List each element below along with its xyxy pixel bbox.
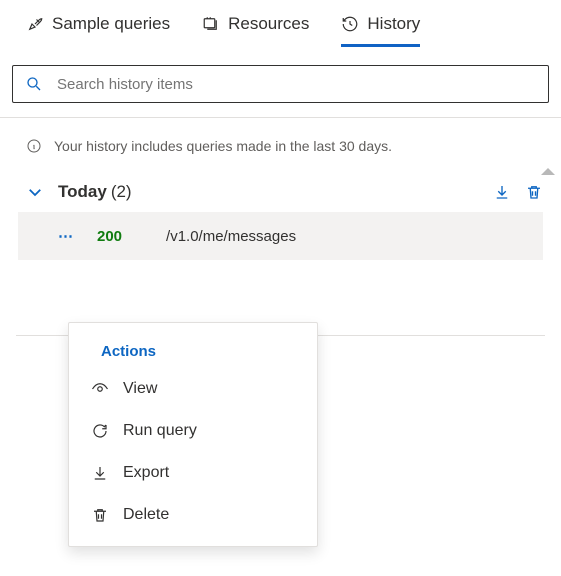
menu-label: Delete xyxy=(123,506,169,524)
menu-item-export[interactable]: Export xyxy=(69,452,317,494)
search-box[interactable] xyxy=(12,65,549,103)
trash-icon xyxy=(91,506,109,524)
eye-icon xyxy=(91,380,109,398)
scroll-indicator-icon xyxy=(541,168,555,175)
tab-history[interactable]: History xyxy=(341,14,420,47)
download-icon xyxy=(91,464,109,482)
search-icon xyxy=(25,75,43,93)
menu-label: Run query xyxy=(123,422,197,440)
actions-menu: Actions View Run query Export Delete xyxy=(68,322,318,547)
info-text: Your history includes queries made in th… xyxy=(54,138,392,154)
resources-icon xyxy=(202,15,220,33)
tab-bar: Sample queries Resources History xyxy=(0,0,561,47)
search-input[interactable] xyxy=(57,76,536,93)
info-bar: Your history includes queries made in th… xyxy=(0,118,561,172)
menu-label: View xyxy=(123,380,157,398)
status-badge: 200 xyxy=(97,228,122,245)
tab-sample-queries[interactable]: Sample queries xyxy=(26,14,170,47)
refresh-icon xyxy=(91,422,109,440)
tab-label: Sample queries xyxy=(52,14,170,34)
tab-label: History xyxy=(367,14,420,34)
tab-label: Resources xyxy=(228,14,309,34)
download-icon[interactable] xyxy=(493,183,511,201)
chevron-down-icon xyxy=(26,183,44,201)
rocket-icon xyxy=(26,15,44,33)
menu-item-delete[interactable]: Delete xyxy=(69,494,317,536)
more-icon[interactable]: ⋯ xyxy=(58,227,73,245)
group-title: Today xyxy=(58,182,107,202)
info-icon xyxy=(26,138,42,154)
trash-icon[interactable] xyxy=(525,183,543,201)
history-icon xyxy=(341,15,359,33)
history-group-header[interactable]: Today (2) xyxy=(0,172,561,212)
menu-item-view[interactable]: View xyxy=(69,368,317,410)
history-item[interactable]: ⋯ 200 /v1.0/me/messages xyxy=(18,212,543,260)
menu-item-run[interactable]: Run query xyxy=(69,410,317,452)
tab-resources[interactable]: Resources xyxy=(202,14,309,47)
menu-label: Export xyxy=(123,464,169,482)
group-count: (2) xyxy=(111,182,132,202)
request-path: /v1.0/me/messages xyxy=(166,228,296,245)
menu-title: Actions xyxy=(69,333,317,368)
